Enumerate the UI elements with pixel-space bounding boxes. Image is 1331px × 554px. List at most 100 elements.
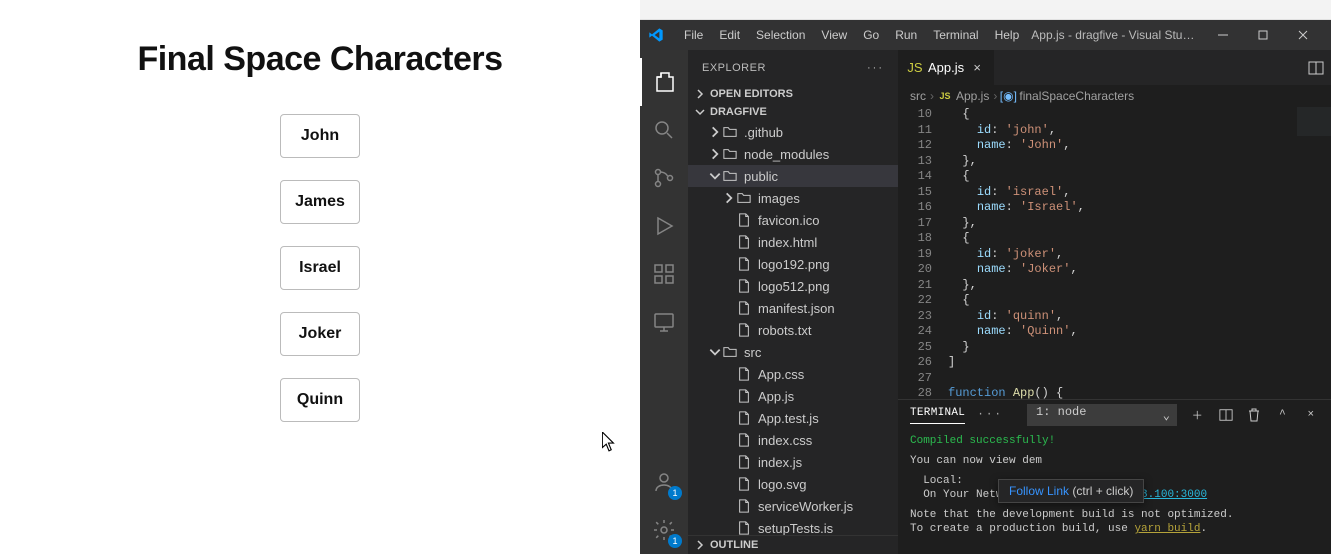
close-button[interactable] [1283, 20, 1323, 50]
file-row[interactable]: logo512.png [688, 275, 898, 297]
chevron-right-icon [708, 125, 722, 139]
file-row[interactable]: index.js [688, 451, 898, 473]
file-row[interactable]: serviceWorker.js [688, 495, 898, 517]
file-icon [736, 520, 752, 535]
menu-item-selection[interactable]: Selection [748, 24, 813, 46]
explorer-activity-icon[interactable] [640, 58, 688, 106]
characters-list: John James Israel Joker Quinn [0, 114, 640, 422]
file-icon [736, 300, 752, 316]
menu-item-view[interactable]: View [813, 24, 855, 46]
file-tree: .githubnode_modulespublic images favicon.i… [688, 121, 898, 535]
editor-tab-label: App.js [928, 60, 964, 75]
file-row[interactable]: favicon.ico [688, 209, 898, 231]
terminal-line: You can now view dem [910, 454, 1319, 468]
folder-row[interactable]: images [688, 187, 898, 209]
character-item[interactable]: Israel [280, 246, 360, 290]
outline-section[interactable]: OUTLINE [688, 535, 898, 554]
folder-row[interactable]: .github [688, 121, 898, 143]
panel-more-icon[interactable]: ··· [977, 409, 1003, 421]
minimap[interactable] [1297, 107, 1331, 399]
breadcrumb-item[interactable]: App.js [956, 89, 989, 103]
chevron-right-icon: › [930, 89, 934, 103]
explorer-sidebar: EXPLORER ··· OPEN EDITORS DRAGFIVE .gith… [688, 50, 898, 554]
file-icon [736, 432, 752, 448]
chevron-down-icon [694, 106, 706, 118]
menu-item-go[interactable]: Go [855, 24, 887, 46]
folder-row[interactable]: src [688, 341, 898, 363]
chevron-right-icon [694, 539, 706, 551]
character-item[interactable]: Quinn [280, 378, 360, 422]
editor-tab[interactable]: JS App.js × [898, 50, 995, 85]
file-row[interactable]: App.css [688, 363, 898, 385]
window-controls [1203, 20, 1323, 50]
search-activity-icon[interactable] [640, 106, 688, 154]
file-icon [736, 234, 752, 250]
folder-icon [722, 124, 738, 140]
tooltip-link-text: Follow Link [1009, 484, 1069, 498]
folder-row[interactable]: node_modules [688, 143, 898, 165]
tree-item-label: logo512.png [758, 279, 830, 294]
file-row[interactable]: index.html [688, 231, 898, 253]
tree-item-label: robots.txt [758, 323, 811, 338]
terminal-line: To create a production build, use yarn b… [910, 522, 1319, 536]
maximize-button[interactable] [1243, 20, 1283, 50]
folder-row[interactable]: public [688, 165, 898, 187]
new-terminal-icon[interactable]: ＋ [1189, 407, 1205, 423]
source-control-activity-icon[interactable] [640, 154, 688, 202]
chevron-right-icon [694, 88, 706, 100]
character-item[interactable]: John [280, 114, 360, 158]
tree-item-label: logo192.png [758, 257, 830, 272]
chevron-right-icon: › [993, 89, 997, 103]
code-content[interactable]: { id: 'john', name: 'John', }, { id: 'is… [948, 107, 1297, 399]
breadcrumbs[interactable]: src › JS App.js › [◉] finalSpaceCharacte… [898, 85, 1331, 107]
menu-item-file[interactable]: File [676, 24, 711, 46]
explorer-more-icon[interactable]: ··· [867, 62, 884, 74]
vscode-window: FileEditSelectionViewGoRunTerminalHelp A… [640, 20, 1331, 554]
js-file-icon: JS [938, 89, 952, 103]
close-tab-icon[interactable]: × [970, 60, 984, 75]
menu-item-run[interactable]: Run [887, 24, 925, 46]
open-editors-section[interactable]: OPEN EDITORS [688, 85, 898, 103]
file-row[interactable]: manifest.json [688, 297, 898, 319]
menu-item-help[interactable]: Help [987, 24, 1028, 46]
character-item[interactable]: Joker [280, 312, 360, 356]
file-row[interactable]: logo.svg [688, 473, 898, 495]
character-item[interactable]: James [280, 180, 360, 224]
menu-item-edit[interactable]: Edit [711, 24, 748, 46]
split-terminal-icon[interactable] [1217, 408, 1233, 422]
file-row[interactable]: setupTests.is [688, 517, 898, 535]
breadcrumb-item[interactable]: finalSpaceCharacters [1019, 89, 1134, 103]
minimize-button[interactable] [1203, 20, 1243, 50]
extensions-activity-icon[interactable] [640, 250, 688, 298]
terminal-tab[interactable]: TERMINAL [910, 407, 965, 424]
kill-terminal-icon[interactable] [1246, 408, 1262, 422]
code-editor[interactable]: 1011121314151617181920212223242526272829… [898, 107, 1331, 399]
chevron-down-icon [708, 345, 722, 359]
folder-icon [736, 190, 752, 206]
file-row[interactable]: App.test.js [688, 407, 898, 429]
settings-activity-icon[interactable]: 1 [640, 506, 688, 554]
project-section[interactable]: DRAGFIVE [688, 103, 898, 121]
terminal-body[interactable]: Compiled successfully! You can now view … [898, 430, 1331, 554]
chevron-down-icon: ⌄ [1163, 408, 1170, 423]
file-row[interactable]: logo192.png [688, 253, 898, 275]
file-row[interactable]: robots.txt [688, 319, 898, 341]
maximize-panel-icon[interactable]: ^ [1274, 409, 1290, 421]
remote-activity-icon[interactable] [640, 298, 688, 346]
split-editor-icon[interactable] [1301, 50, 1331, 85]
file-icon [736, 322, 752, 338]
terminal-session-select[interactable]: 1: node ⌄ [1027, 404, 1177, 426]
tree-item-label: public [744, 169, 778, 184]
tree-item-label: favicon.ico [758, 213, 819, 228]
accounts-activity-icon[interactable]: 1 [640, 458, 688, 506]
background-window-titlebar [640, 0, 1331, 20]
vscode-logo-icon [648, 27, 664, 43]
menu-item-terminal[interactable]: Terminal [925, 24, 986, 46]
run-debug-activity-icon[interactable] [640, 202, 688, 250]
file-row[interactable]: index.css [688, 429, 898, 451]
terminal-line: Note that the development build is not o… [910, 508, 1319, 522]
breadcrumb-item[interactable]: src [910, 89, 926, 103]
close-panel-icon[interactable]: × [1303, 409, 1319, 421]
file-icon [736, 454, 752, 470]
file-row[interactable]: App.js [688, 385, 898, 407]
